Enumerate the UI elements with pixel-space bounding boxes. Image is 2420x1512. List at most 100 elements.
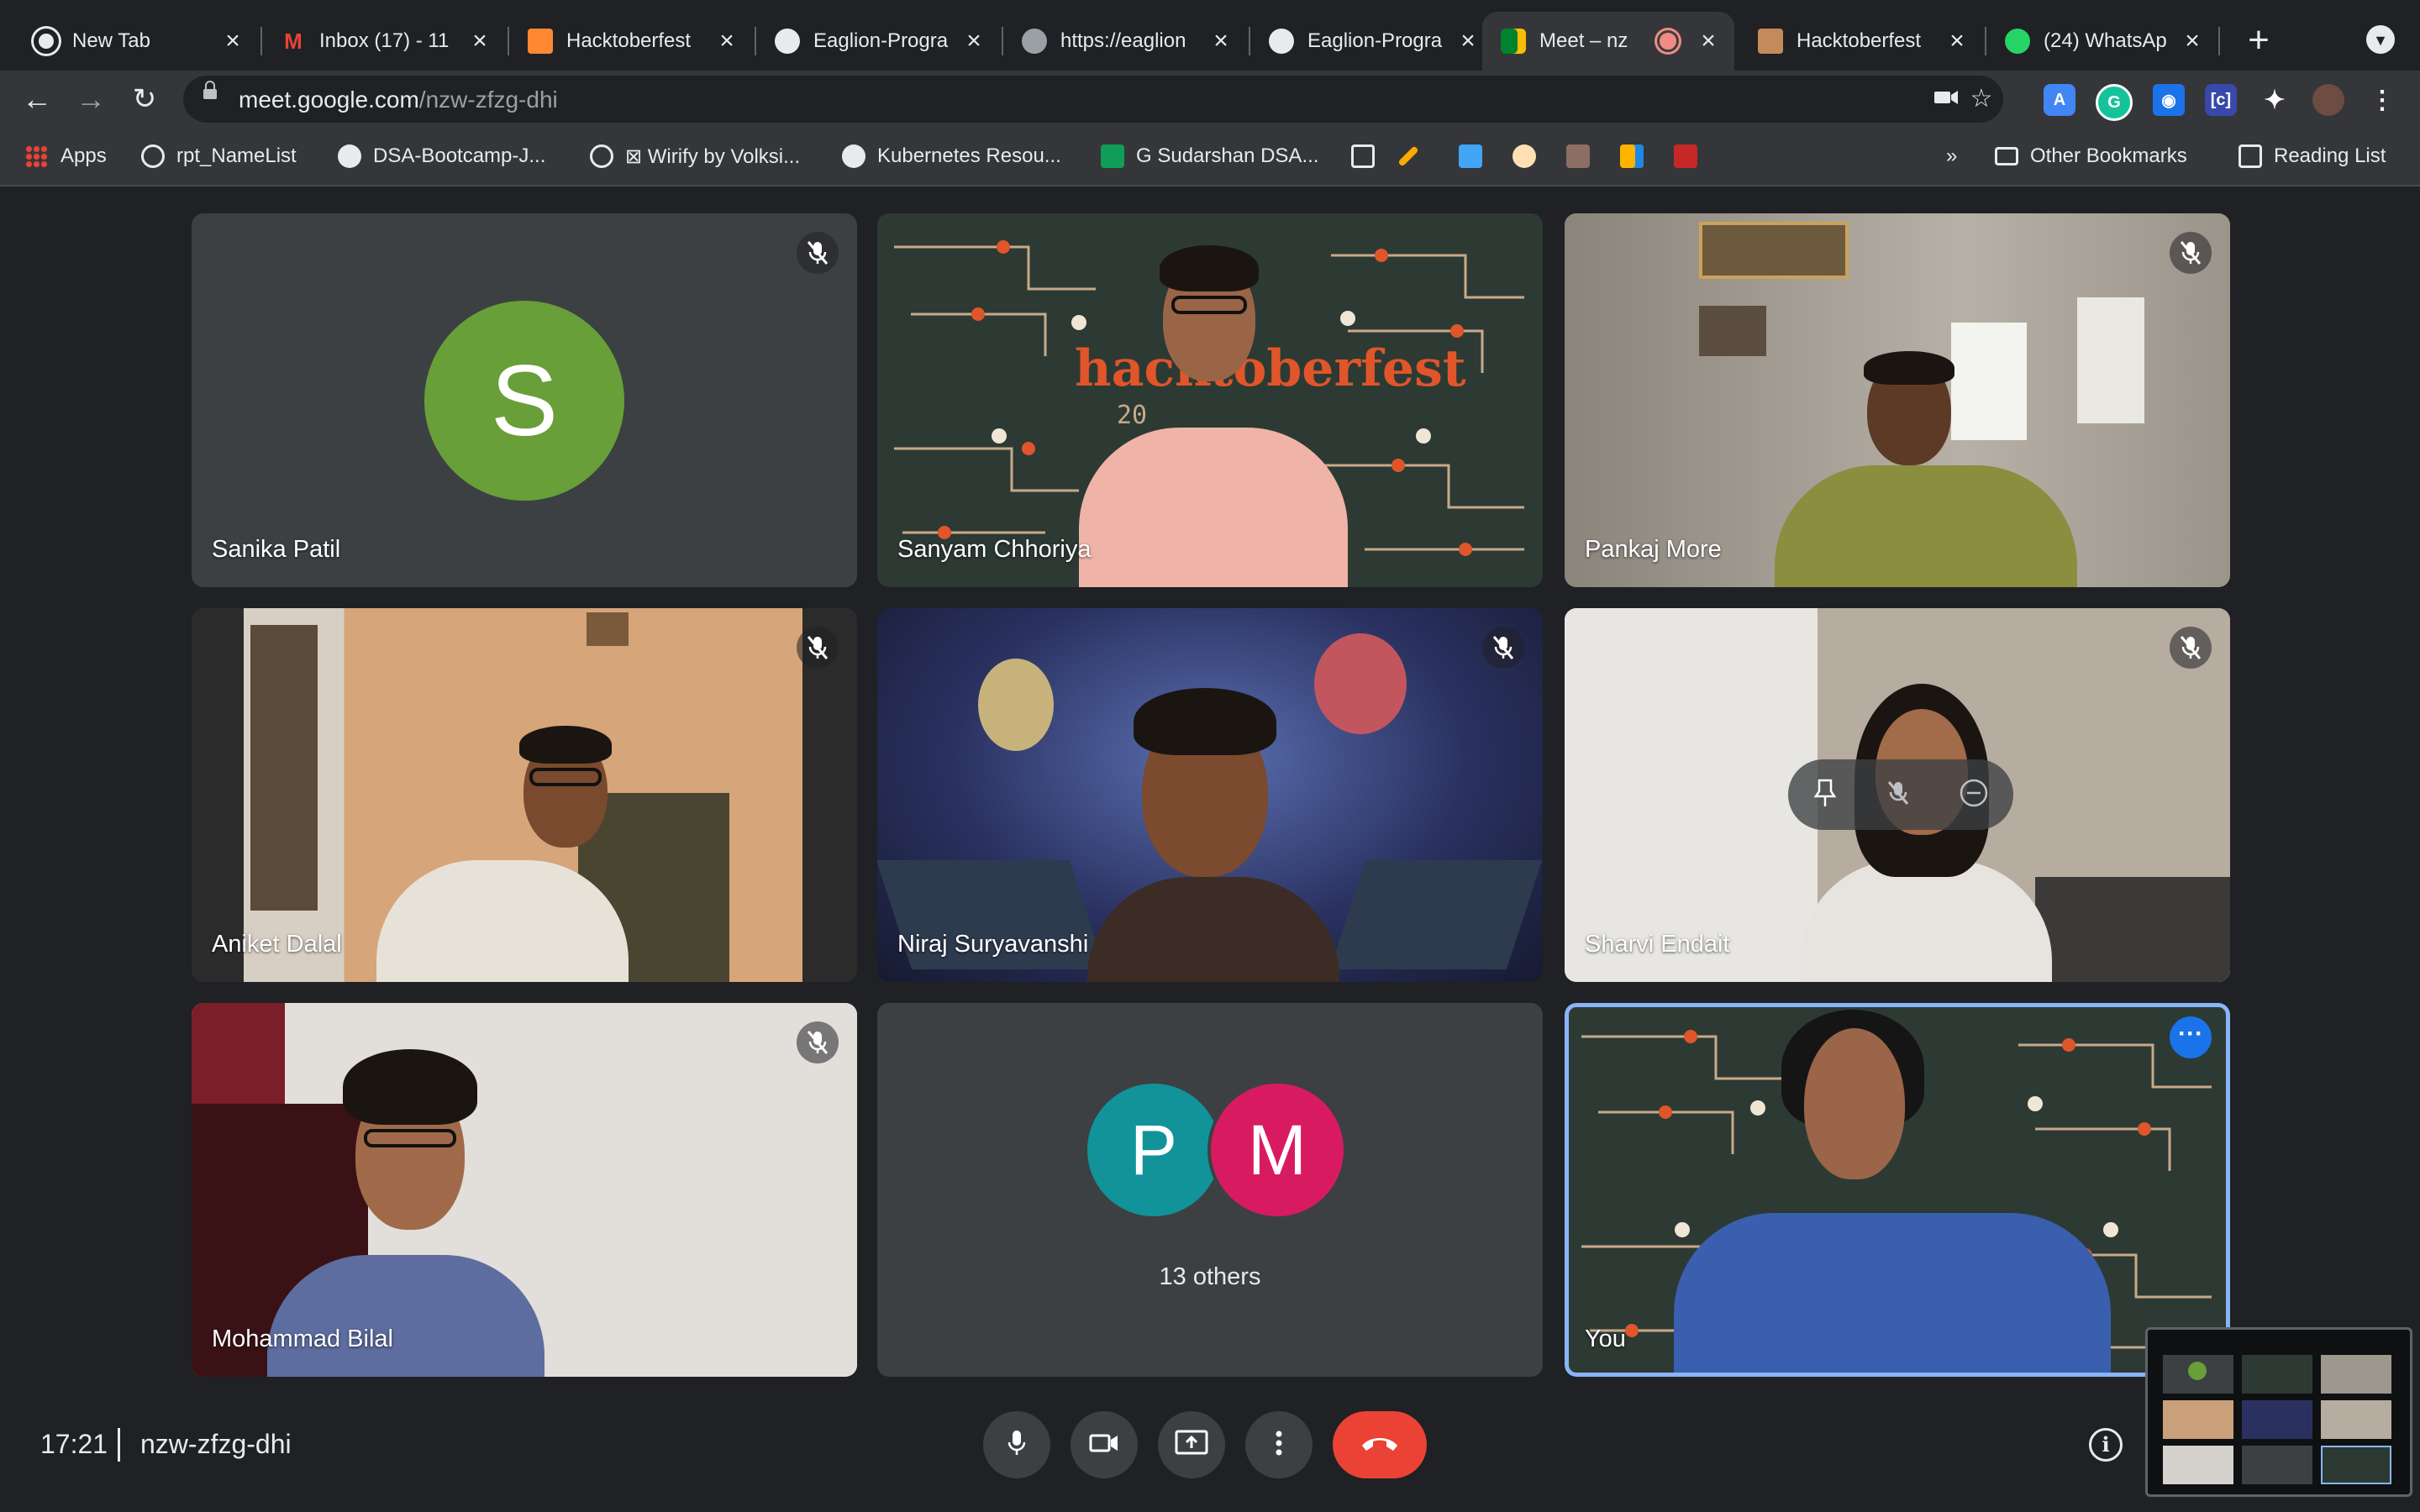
bookmark-star-icon[interactable]: ☆ — [1966, 84, 1996, 114]
bookmark-apps[interactable]: Apps — [25, 141, 107, 171]
participant-tile-sanika[interactable]: S Sanika Patil — [192, 213, 857, 587]
chrome-menu-icon[interactable]: ⋮ — [2366, 84, 2398, 116]
redbox-icon — [1674, 144, 1697, 168]
participant-name: Sharvi Endait — [1585, 931, 1730, 958]
bookmark-kubernetes[interactable]: Kubernetes Resou... — [842, 141, 1061, 171]
tab-title: Inbox (17) - 11 — [319, 29, 450, 52]
meeting-details-info-icon[interactable]: i — [2089, 1428, 2123, 1462]
close-tab-icon[interactable]: × — [1943, 27, 1971, 55]
participant-tile-pankaj[interactable]: Pankaj More — [1565, 213, 2230, 587]
tab-new-tab[interactable]: New Tab × — [15, 12, 259, 71]
url-text[interactable]: meet.google.com/nzw-zfzg-dhi — [239, 87, 558, 113]
tab-meet[interactable]: Meet – nz × — [1482, 12, 1734, 71]
url-host: meet.google.com — [239, 87, 419, 113]
bookmark-box[interactable] — [1620, 141, 1655, 171]
mic-off-icon — [2170, 627, 2212, 669]
tab-hacktoberfest[interactable]: Hacktoberfest × — [509, 12, 753, 71]
participant-tile-sharvi[interactable]: Sharvi Endait — [1565, 608, 2230, 982]
tab-title: Hacktoberfest — [1797, 29, 1922, 52]
bookmark-pencil[interactable] — [1397, 141, 1423, 171]
bookmark-dsa-bootcamp[interactable]: DSA-Bootcamp-J... — [338, 141, 545, 171]
close-tab-icon[interactable]: × — [1454, 27, 1482, 55]
more-options-button[interactable] — [1245, 1411, 1313, 1478]
tab-hacktoberfest-2[interactable]: Hacktoberfest × — [1739, 12, 1983, 71]
profile-avatar[interactable] — [2312, 84, 2344, 116]
participant-tile-you[interactable]: ··· You — [1565, 1003, 2230, 1377]
globe-icon — [141, 144, 165, 168]
back-arrow-icon[interactable]: ← — [17, 79, 57, 119]
bookmark-redbox[interactable] — [1674, 141, 1709, 171]
new-tab-plus-icon[interactable]: + — [2235, 17, 2282, 64]
bookmark-other-bookmarks[interactable]: Other Bookmarks — [1995, 141, 2187, 171]
mic-off-icon — [797, 627, 839, 669]
tab-title: Meet – nz — [1539, 29, 1628, 52]
mic-off-icon — [797, 232, 839, 274]
participant-tile-niraj[interactable]: Niraj Suryavanshi — [877, 608, 1543, 982]
bookmark-hammer[interactable] — [1566, 141, 1602, 171]
bookmark-label: Kubernetes Resou... — [877, 144, 1061, 167]
more-options-icon[interactable]: ··· — [2170, 1016, 2212, 1058]
bookmark-cc[interactable] — [1351, 141, 1386, 171]
extension-translate-icon[interactable]: A — [2044, 84, 2075, 116]
overflow-label: » — [1946, 144, 1958, 167]
bookmark-rpt-namelist[interactable]: rpt_NameList — [141, 141, 297, 171]
participant-tile-sanyam[interactable]: hacktoberfest 20 Sanyam Chhoriya — [877, 213, 1543, 587]
extension-record-icon[interactable]: ◉ — [2153, 84, 2185, 116]
github-icon — [775, 29, 800, 54]
microphone-button[interactable] — [983, 1411, 1050, 1478]
mic-off-icon — [797, 1021, 839, 1063]
bookmarks-overflow-chevron-icon[interactable]: » — [1946, 141, 1957, 171]
meeting-code[interactable]: nzw-zfzg-dhi — [140, 1429, 292, 1460]
background-wordmark: hacktoberfest — [1075, 339, 1466, 398]
address-bar[interactable]: meet.google.com/nzw-zfzg-dhi ☆ — [183, 76, 2003, 123]
tab-github-eaglion[interactable]: Eaglion-Progra × — [756, 12, 1000, 71]
extension-code-icon[interactable]: [c] — [2205, 84, 2237, 116]
others-tile[interactable]: P M 13 others — [877, 1003, 1543, 1377]
extensions-puzzle-icon[interactable]: ✦ — [2259, 84, 2291, 116]
bookmark-sudarshan-dsa[interactable]: G Sudarshan DSA... — [1101, 141, 1318, 171]
mute-participant-icon[interactable] — [1887, 780, 1909, 810]
mic-off-icon — [2170, 232, 2212, 274]
close-tab-icon[interactable]: × — [218, 27, 247, 55]
box-icon — [1620, 144, 1644, 168]
pin-icon[interactable] — [1812, 778, 1838, 812]
close-tab-icon[interactable]: × — [1207, 27, 1235, 55]
bookmark-wirify[interactable]: ⊠ Wirify by Volksi... — [590, 141, 800, 171]
remove-participant-icon[interactable] — [1959, 778, 1989, 812]
grammarly-icon[interactable]: G — [2096, 84, 2133, 121]
participant-name: Niraj Suryavanshi — [897, 931, 1089, 958]
present-screen-button[interactable] — [1158, 1411, 1225, 1478]
close-tab-icon[interactable]: × — [1694, 27, 1723, 55]
gmail-icon: M — [284, 28, 302, 54]
whatsapp-icon — [2005, 29, 2030, 54]
present-screen-icon — [1175, 1430, 1208, 1461]
close-tab-icon[interactable]: × — [713, 27, 741, 55]
close-tab-icon[interactable]: × — [466, 27, 494, 55]
cc-icon — [1351, 144, 1375, 168]
camera-in-use-icon[interactable] — [1931, 84, 1961, 114]
bookmark-flutter[interactable] — [1459, 141, 1494, 171]
tab-gmail[interactable]: M Inbox (17) - 11 × — [262, 12, 506, 71]
participant-tile-mohammad[interactable]: Mohammad Bilal — [192, 1003, 857, 1377]
bookmark-reading-list[interactable]: Reading List — [2238, 141, 2386, 171]
tab-eaglion-url[interactable]: https://eaglion × — [1003, 12, 1247, 71]
participant-tile-aniket[interactable]: Aniket Dalal — [192, 608, 857, 982]
close-tab-icon[interactable]: × — [960, 27, 988, 55]
participant-name: Sanyam Chhoriya — [897, 536, 1092, 563]
avatar: M — [1207, 1080, 1347, 1220]
github-icon — [338, 144, 361, 168]
reload-icon[interactable]: ↻ — [124, 79, 165, 119]
leave-call-button[interactable] — [1333, 1411, 1427, 1478]
bookmarks-bar: Apps rpt_NameList DSA-Bootcamp-J... ⊠ Wi… — [0, 128, 2420, 186]
url-path: /nzw-zfzg-dhi — [418, 87, 558, 113]
tab-whatsapp[interactable]: (24) WhatsAp × — [1986, 12, 2218, 71]
tab-search-chevron-icon[interactable]: ▼ — [2366, 25, 2395, 54]
forward-arrow-icon[interactable]: → — [71, 79, 111, 119]
bookmark-owl[interactable] — [1512, 141, 1548, 171]
camera-icon — [1089, 1432, 1119, 1458]
tab-github-eaglion-2[interactable]: Eaglion-Progra × — [1250, 12, 1494, 71]
flutter-icon — [1459, 144, 1482, 168]
globe-icon — [1022, 29, 1047, 54]
close-tab-icon[interactable]: × — [2178, 27, 2207, 55]
camera-button[interactable] — [1071, 1411, 1138, 1478]
